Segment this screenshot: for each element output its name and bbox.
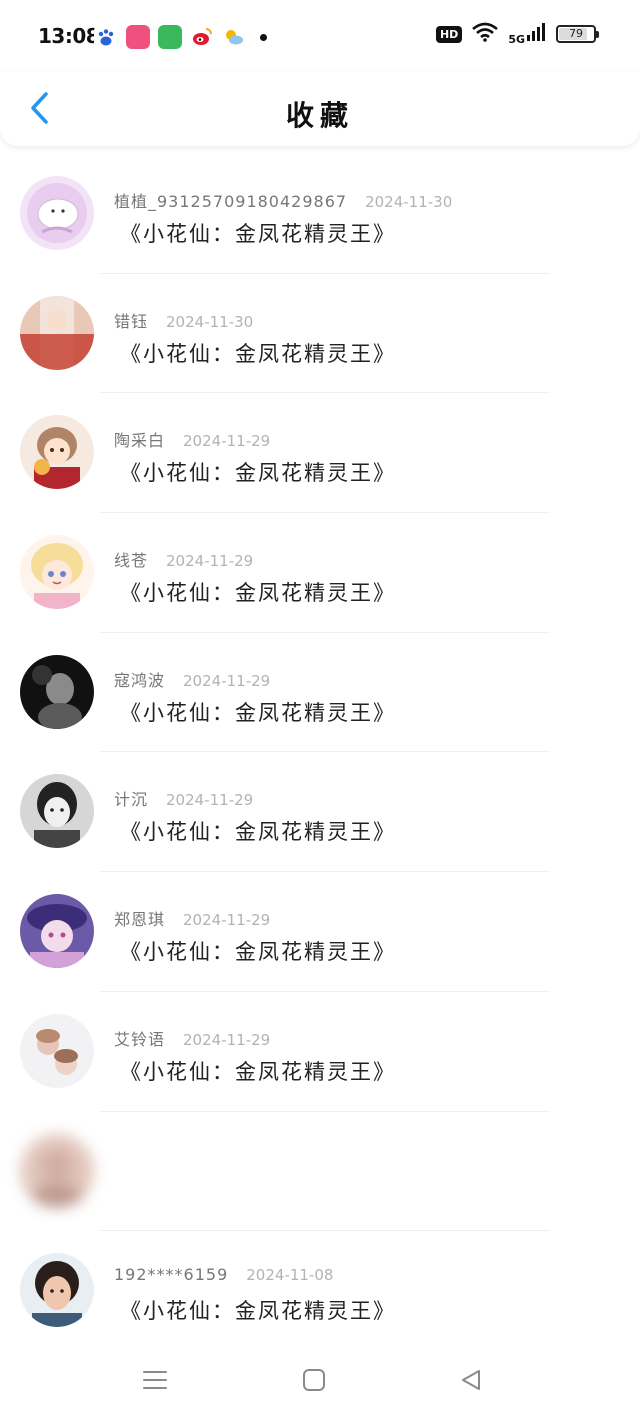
signal-icon: [526, 22, 546, 46]
triangle-back-icon: [459, 1368, 483, 1396]
user-avatar[interactable]: [20, 415, 94, 490]
page-title: 收藏: [285, 99, 354, 132]
username[interactable]: 线苍: [114, 547, 148, 571]
favorite-list-item-blurred[interactable]: [0, 1112, 640, 1232]
user-avatar[interactable]: [20, 295, 94, 370]
user-avatar[interactable]: [20, 1253, 94, 1328]
item-meta: 错钰 2024-11-30: [114, 308, 253, 332]
square-home-icon: [302, 1368, 326, 1396]
weather-app-icon: [222, 25, 246, 49]
system-status: HD 5G 79: [435, 22, 599, 46]
favorite-list-item[interactable]: 线苍 2024-11-29 《小花仙：金凤花精灵王》: [0, 513, 640, 633]
menu-icon: [142, 1369, 168, 1395]
item-meta: 陶采白 2024-11-29: [114, 427, 270, 451]
item-meta: 192****6159 2024-11-08: [114, 1265, 333, 1284]
username[interactable]: 艾铃语: [114, 1026, 165, 1050]
favorite-date: 2024-11-29: [183, 911, 271, 930]
username[interactable]: 寇鸿波: [114, 667, 165, 691]
item-title[interactable]: 《小花仙：金凤花精灵王》: [120, 577, 396, 607]
system-navigation-bar: [0, 1344, 640, 1422]
item-title[interactable]: 《小花仙：金凤花精灵王》: [120, 1056, 396, 1086]
item-meta: 艾铃语 2024-11-29: [114, 1026, 270, 1050]
status-time: 13:08: [38, 24, 100, 48]
item-meta: 寇鸿波 2024-11-29: [114, 667, 270, 691]
more-notifications-dot: [260, 33, 267, 41]
favorite-date: 2024-11-29: [183, 1030, 271, 1049]
battery-indicator: 79: [556, 25, 599, 43]
item-title[interactable]: 《小花仙：金凤花精灵王》: [120, 457, 396, 487]
favorite-list-item[interactable]: 192****6159 2024-11-08 《小花仙：金凤花精灵王》: [0, 1231, 640, 1351]
status-bar: 13:08 HD 5G 79: [0, 0, 640, 72]
favorite-date: 2024-11-29: [183, 671, 271, 690]
user-avatar[interactable]: [20, 1013, 94, 1088]
weibo-app-icon: [190, 25, 214, 49]
item-meta: 计沉 2024-11-29: [114, 786, 253, 810]
favorite-date: 2024-11-08: [246, 1266, 334, 1285]
item-title[interactable]: 《小花仙：金凤花精灵王》: [120, 936, 396, 966]
user-avatar[interactable]: [20, 176, 94, 250]
item-meta: 植植_93125709180429867 2024-11-30: [114, 188, 452, 212]
username[interactable]: 陶采白: [114, 427, 165, 451]
favorite-list-item[interactable]: 植植_93125709180429867 2024-11-30 《小花仙：金凤花…: [0, 154, 640, 274]
favorite-date: 2024-11-30: [166, 312, 254, 331]
favorite-list-item[interactable]: 艾铃语 2024-11-29 《小花仙：金凤花精灵王》: [0, 992, 640, 1112]
network-type-label: 5G: [508, 33, 525, 46]
favorites-list: 植植_93125709180429867 2024-11-30 《小花仙：金凤花…: [0, 154, 640, 1351]
user-avatar[interactable]: [20, 654, 94, 729]
user-avatar[interactable]: [20, 894, 94, 969]
username[interactable]: 错钰: [114, 308, 148, 332]
app-icon-pink: [126, 25, 150, 49]
username[interactable]: 192****6159: [114, 1265, 228, 1284]
item-title[interactable]: 《小花仙：金凤花精灵王》: [120, 338, 396, 368]
favorite-list-item[interactable]: 陶采白 2024-11-29 《小花仙：金凤花精灵王》: [0, 393, 640, 513]
item-meta: 线苍 2024-11-29: [114, 547, 253, 571]
back-nav-button[interactable]: [449, 1360, 493, 1404]
favorite-date: 2024-11-29: [183, 432, 271, 451]
recent-apps-button[interactable]: [133, 1360, 177, 1404]
favorite-list-item[interactable]: 郑恩琪 2024-11-29 《小花仙：金凤花精灵王》: [0, 872, 640, 992]
app-header: 收藏: [0, 72, 640, 146]
favorite-date: 2024-11-29: [166, 791, 254, 810]
app-icon-green: [158, 25, 182, 49]
item-title[interactable]: 《小花仙：金凤花精灵王》: [120, 816, 396, 846]
username[interactable]: 郑恩琪: [114, 906, 165, 930]
home-button[interactable]: [292, 1360, 336, 1404]
notification-icons: [94, 25, 267, 49]
user-avatar[interactable]: [20, 1133, 94, 1208]
user-avatar[interactable]: [20, 774, 94, 849]
item-meta: 郑恩琪 2024-11-29: [114, 906, 270, 930]
wifi-icon: [472, 22, 499, 46]
baidu-app-icon: [94, 25, 118, 49]
item-title[interactable]: 《小花仙：金凤花精灵王》: [120, 697, 396, 727]
favorite-date: 2024-11-29: [166, 552, 254, 571]
favorite-list-item[interactable]: 错钰 2024-11-30 《小花仙：金凤花精灵王》: [0, 274, 640, 394]
user-avatar[interactable]: [20, 535, 94, 610]
username[interactable]: 植植_93125709180429867: [114, 188, 347, 212]
item-title[interactable]: 《小花仙：金凤花精灵王》: [120, 218, 396, 248]
favorite-list-item[interactable]: 计沉 2024-11-29 《小花仙：金凤花精灵王》: [0, 752, 640, 872]
username[interactable]: 计沉: [114, 786, 148, 810]
hd-badge: HD: [435, 25, 463, 43]
favorite-list-item[interactable]: 寇鸿波 2024-11-29 《小花仙：金凤花精灵王》: [0, 633, 640, 753]
favorite-date: 2024-11-30: [365, 193, 453, 211]
item-title[interactable]: 《小花仙：金凤花精灵王》: [120, 1295, 396, 1325]
battery-level-text: 79: [569, 27, 583, 40]
